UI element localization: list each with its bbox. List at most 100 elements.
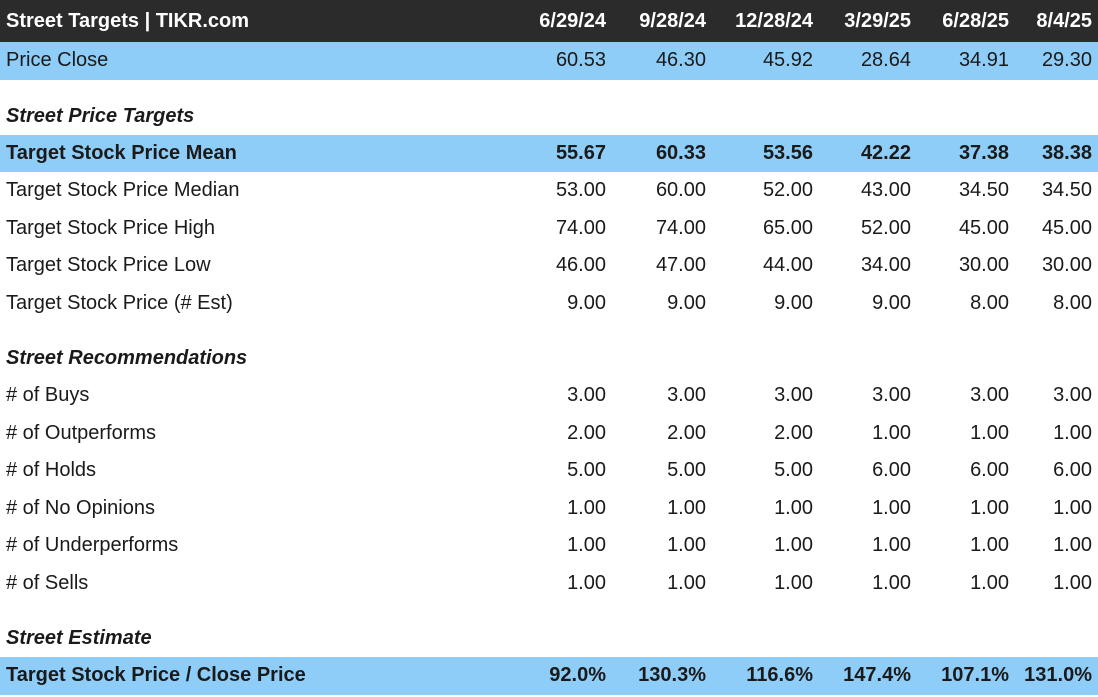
row-label: # of No Opinions (6, 496, 155, 519)
cell: 9.00 (872, 291, 911, 314)
row-label: # of Holds (6, 459, 97, 481)
cell: 6.00 (1053, 459, 1092, 481)
cell: 1.00 (970, 571, 1009, 594)
cell: 52.00 (860, 216, 911, 239)
cell: 34.50 (958, 179, 1009, 201)
row-label: # of Outperforms (6, 421, 157, 444)
table-row: # of Underperforms 1.00 1.00 1.00 1.00 1… (0, 527, 1098, 565)
cell: 1.00 (872, 534, 911, 556)
column-header: 6/29/24 (500, 0, 612, 42)
table-row: # of Holds 5.00 5.00 5.00 6.00 6.00 6.00 (0, 452, 1098, 490)
cell: 130.3% (612, 657, 712, 695)
cell: 8.00 (970, 291, 1009, 314)
row-label: Price Close (0, 42, 500, 80)
cell: 1.00 (1053, 534, 1092, 556)
cell: 116.6% (712, 657, 819, 695)
section-header-recommendations: Street Recommendations (0, 322, 1098, 377)
cell: 2.00 (567, 421, 606, 444)
section-title: Street Estimate (6, 627, 152, 649)
cell: 131.0% (1015, 657, 1098, 695)
cell: 34.00 (860, 254, 911, 276)
column-header: 3/29/25 (819, 0, 917, 42)
cell: 43.00 (860, 179, 911, 201)
cell: 30.00 (958, 254, 1009, 276)
cell: 1.00 (872, 571, 911, 594)
cell: 44.00 (762, 254, 813, 276)
cell: 45.00 (1041, 216, 1092, 239)
cell: 107.1% (917, 657, 1015, 695)
table-row: Target Stock Price Median 53.00 60.00 52… (0, 172, 1098, 210)
cell: 3.00 (970, 384, 1009, 406)
cell: 45.00 (958, 216, 1009, 239)
cell: 9.00 (667, 291, 706, 314)
cell: 3.00 (1053, 384, 1092, 406)
table-row: Target Stock Price Low 46.00 47.00 44.00… (0, 247, 1098, 285)
street-targets-table: Street Targets | TIKR.com 6/29/24 9/28/2… (0, 0, 1098, 695)
cell: 45.92 (712, 42, 819, 80)
cell: 74.00 (655, 216, 706, 239)
cell: 1.00 (667, 534, 706, 556)
cell: 65.00 (762, 216, 813, 239)
cell: 9.00 (567, 291, 606, 314)
cell: 46.30 (612, 42, 712, 80)
cell: 53.56 (712, 134, 819, 172)
section-title: Street Recommendations (6, 347, 248, 369)
cell: 1.00 (970, 496, 1009, 519)
row-label: # of Sells (6, 571, 89, 594)
cell: 53.00 (555, 179, 606, 201)
cell: 37.38 (917, 134, 1015, 172)
cell: 34.91 (917, 42, 1015, 80)
cell: 1.00 (774, 571, 813, 594)
cell: 1.00 (774, 534, 813, 556)
column-header: 9/28/24 (612, 0, 712, 42)
cell: 38.38 (1015, 134, 1098, 172)
cell: 60.33 (612, 134, 712, 172)
column-header: 8/4/25 (1015, 0, 1098, 42)
cell: 2.00 (774, 421, 813, 444)
cell: 1.00 (567, 571, 606, 594)
cell: 74.00 (555, 216, 606, 239)
cell: 1.00 (567, 534, 606, 556)
section-header-estimate: Street Estimate (0, 602, 1098, 657)
column-header: 6/28/25 (917, 0, 1015, 42)
cell: 2.00 (667, 421, 706, 444)
cell: 1.00 (970, 421, 1009, 444)
cell: 6.00 (970, 459, 1009, 481)
header-row: Street Targets | TIKR.com 6/29/24 9/28/2… (0, 0, 1098, 42)
cell: 1.00 (1053, 571, 1092, 594)
cell: 6.00 (872, 459, 911, 481)
cell: 5.00 (567, 459, 606, 481)
table-row: Target Stock Price Mean 55.67 60.33 53.5… (0, 134, 1098, 172)
cell: 3.00 (774, 384, 813, 406)
price-close-row: Price Close 60.53 46.30 45.92 28.64 34.9… (0, 42, 1098, 80)
column-header: 12/28/24 (712, 0, 819, 42)
row-label: Target Stock Price Low (6, 254, 211, 276)
cell: 47.00 (655, 254, 706, 276)
cell: 34.50 (1041, 179, 1092, 201)
cell: 30.00 (1041, 254, 1092, 276)
cell: 1.00 (1053, 421, 1092, 444)
row-label: Target Stock Price / Close Price (0, 657, 500, 695)
cell: 3.00 (667, 384, 706, 406)
cell: 60.00 (655, 179, 706, 201)
cell: 3.00 (567, 384, 606, 406)
row-label: Target Stock Price (# Est) (6, 291, 233, 314)
cell: 1.00 (970, 534, 1009, 556)
row-label: # of Underperforms (6, 534, 179, 556)
cell: 1.00 (872, 421, 911, 444)
table-row: # of Outperforms 2.00 2.00 2.00 1.00 1.0… (0, 415, 1098, 453)
cell: 52.00 (762, 179, 813, 201)
row-label: Target Stock Price High (6, 216, 215, 239)
cell: 1.00 (667, 571, 706, 594)
table-row: # of Buys 3.00 3.00 3.00 3.00 3.00 3.00 (0, 377, 1098, 415)
table-row: # of Sells 1.00 1.00 1.00 1.00 1.00 1.00 (0, 565, 1098, 603)
cell: 9.00 (774, 291, 813, 314)
row-label: Target Stock Price Mean (0, 134, 500, 172)
table-row: Target Stock Price / Close Price 92.0% 1… (0, 657, 1098, 695)
table-title: Street Targets | TIKR.com (0, 0, 500, 42)
cell: 1.00 (774, 496, 813, 519)
cell: 42.22 (819, 134, 917, 172)
table-row: # of No Opinions 1.00 1.00 1.00 1.00 1.0… (0, 490, 1098, 528)
cell: 8.00 (1053, 291, 1092, 314)
row-label: Target Stock Price Median (6, 179, 240, 201)
